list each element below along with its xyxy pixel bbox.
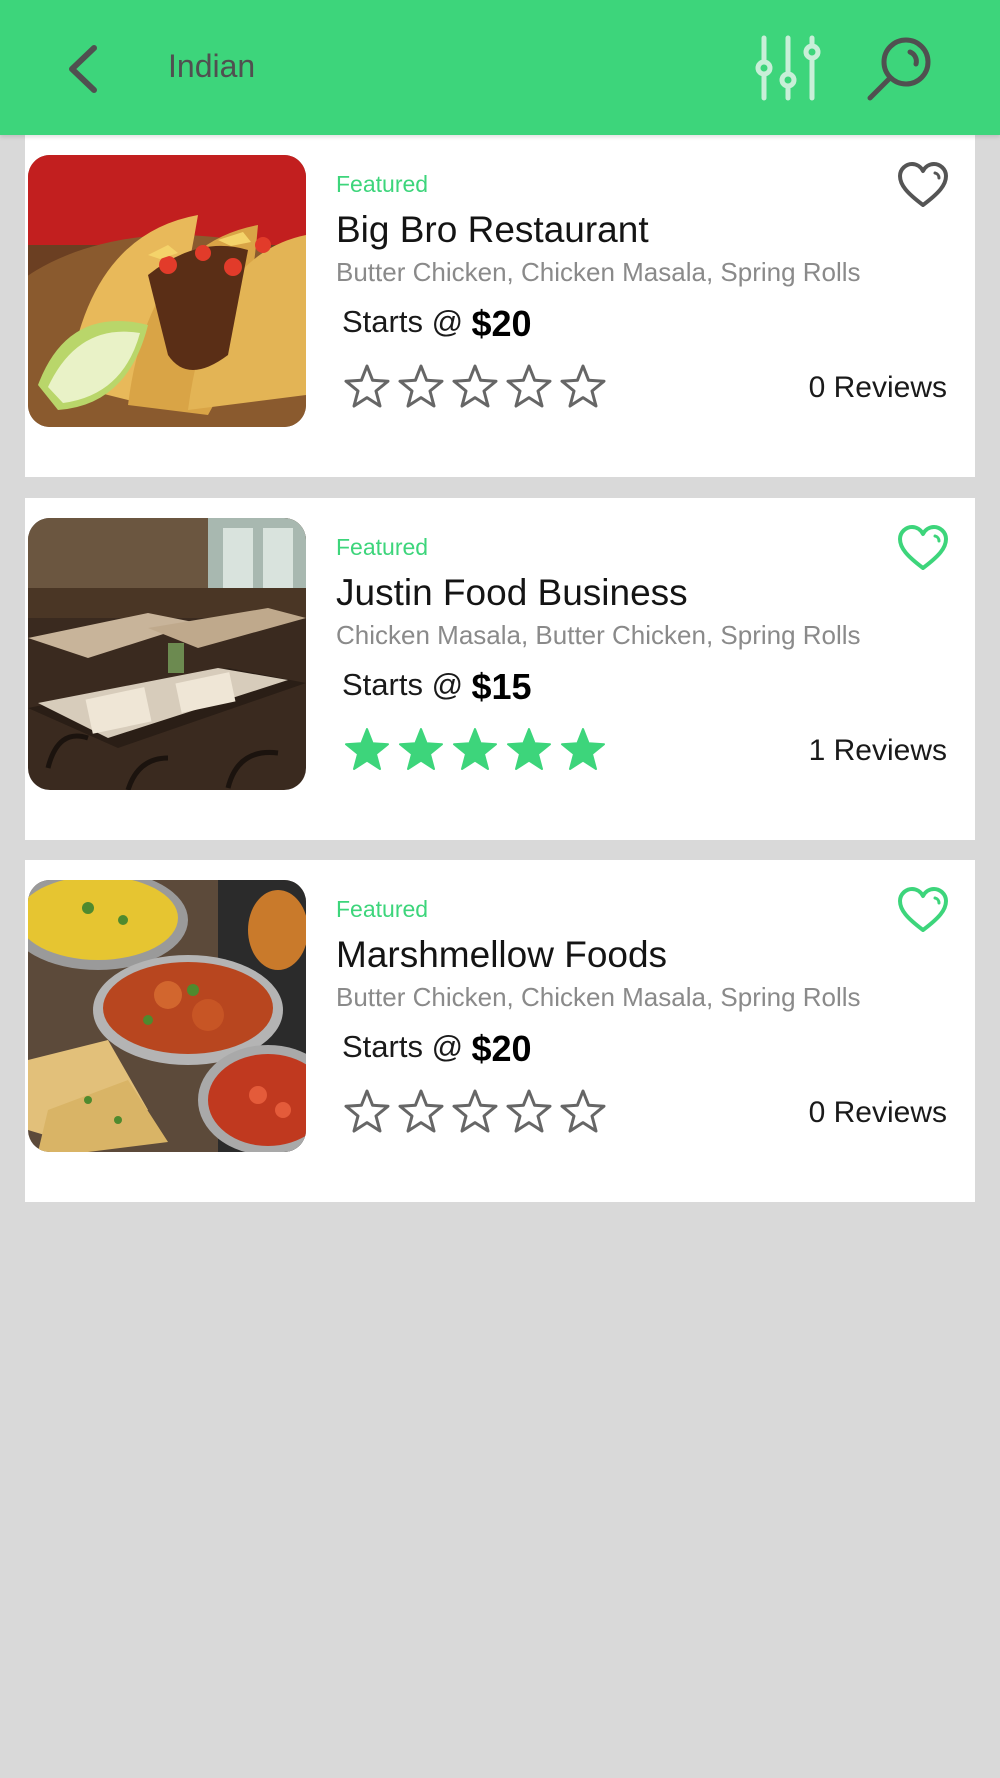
filter-button[interactable] (752, 34, 824, 102)
price-value: $15 (471, 666, 532, 707)
star-outline-icon[interactable] (343, 363, 397, 413)
star-outline-icon[interactable] (397, 1088, 451, 1138)
star-filled-icon[interactable] (343, 726, 397, 776)
reviews-count[interactable]: 0 Reviews (809, 371, 947, 405)
star-outline-icon[interactable] (505, 1088, 559, 1138)
price-prefix: Starts @ (342, 304, 464, 339)
star-outline-icon[interactable] (451, 1088, 505, 1138)
restaurant-card[interactable]: Featured Marshmellow Foods Butter Chicke… (25, 860, 975, 1202)
search-icon (867, 37, 931, 101)
restaurant-name[interactable]: Marshmellow Foods (336, 934, 667, 976)
sliders-icon (755, 35, 821, 101)
price-row: Starts @ $20 (342, 299, 532, 344)
restaurant-dishes: Butter Chicken, Chicken Masala, Spring R… (336, 257, 861, 287)
reviews-count[interactable]: 1 Reviews (809, 734, 947, 768)
price-prefix: Starts @ (342, 667, 464, 702)
star-filled-icon[interactable] (397, 726, 451, 776)
star-rating[interactable] (343, 1088, 613, 1138)
chevron-left-icon (69, 45, 97, 93)
favorite-button[interactable] (897, 886, 949, 934)
reviews-count[interactable]: 0 Reviews (809, 1096, 947, 1130)
featured-badge: Featured (336, 534, 429, 560)
star-filled-icon[interactable] (505, 726, 559, 776)
featured-badge: Featured (336, 171, 429, 197)
favorite-button[interactable] (897, 524, 949, 572)
restaurant-interior-photo (28, 518, 306, 790)
restaurant-image[interactable] (28, 518, 306, 790)
star-outline-icon[interactable] (397, 363, 451, 413)
restaurant-image[interactable] (28, 155, 306, 427)
page-title: Indian (168, 48, 256, 84)
restaurant-image[interactable] (28, 880, 306, 1152)
star-outline-icon[interactable] (451, 363, 505, 413)
star-outline-icon[interactable] (343, 1088, 397, 1138)
indian-food-photo (28, 880, 306, 1152)
price-prefix: Starts @ (342, 1029, 464, 1064)
heart-icon (898, 887, 948, 932)
star-filled-icon[interactable] (451, 726, 505, 776)
app-bar: Indian (0, 0, 1000, 135)
heart-icon (898, 162, 948, 207)
restaurant-card[interactable]: Featured Big Bro Restaurant Butter Chick… (25, 135, 975, 477)
heart-icon (898, 525, 948, 570)
search-button[interactable] (862, 36, 934, 104)
back-button[interactable] (58, 38, 114, 100)
restaurant-dishes: Butter Chicken, Chicken Masala, Spring R… (336, 982, 861, 1012)
restaurant-card[interactable]: Featured Justin Food Business Chicken Ma… (25, 498, 975, 840)
price-row: Starts @ $20 (342, 1024, 532, 1069)
star-outline-icon[interactable] (559, 1088, 613, 1138)
star-outline-icon[interactable] (559, 363, 613, 413)
tacos-photo (28, 155, 306, 427)
price-value: $20 (471, 1028, 532, 1069)
star-rating[interactable] (343, 363, 613, 413)
restaurant-name[interactable]: Big Bro Restaurant (336, 209, 649, 251)
price-row: Starts @ $15 (342, 662, 532, 707)
star-filled-icon[interactable] (559, 726, 613, 776)
restaurant-dishes: Chicken Masala, Butter Chicken, Spring R… (336, 620, 861, 650)
price-value: $20 (471, 303, 532, 344)
restaurant-name[interactable]: Justin Food Business (336, 572, 688, 614)
featured-badge: Featured (336, 896, 429, 922)
star-outline-icon[interactable] (505, 363, 559, 413)
star-rating[interactable] (343, 726, 613, 776)
favorite-button[interactable] (897, 161, 949, 209)
